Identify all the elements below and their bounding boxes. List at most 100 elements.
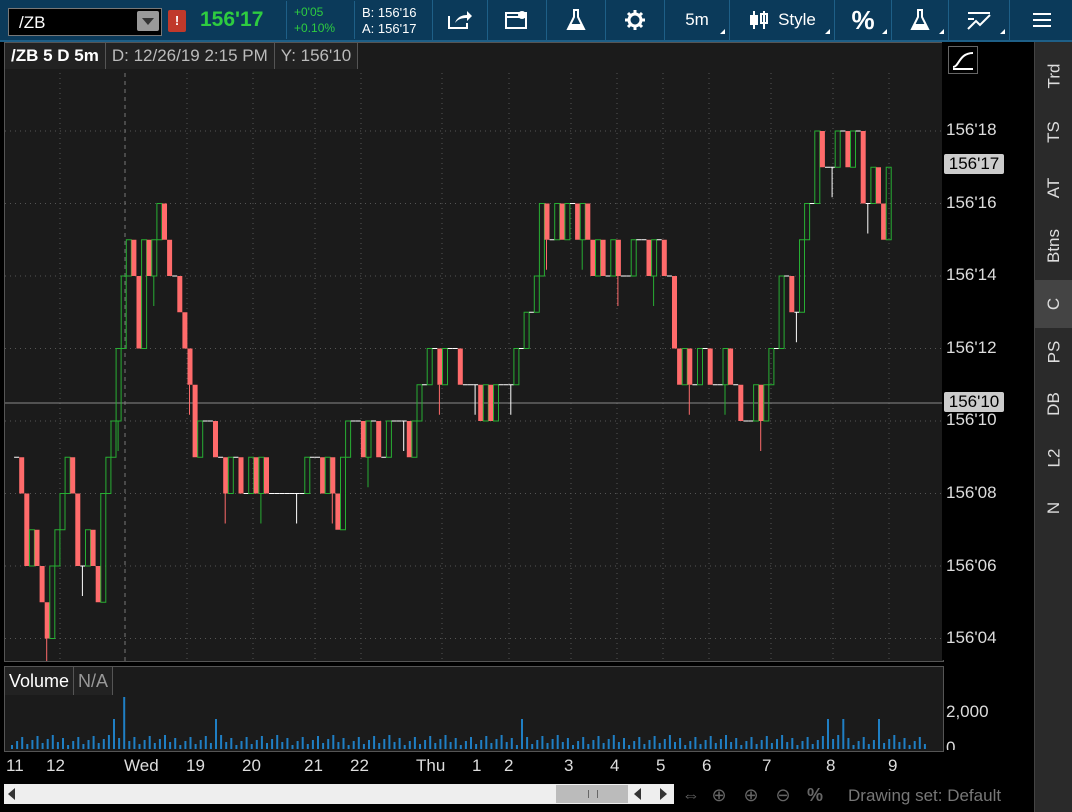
price-bar xyxy=(238,457,244,494)
volume-bar xyxy=(464,741,467,749)
price-bar xyxy=(223,457,229,494)
volume-chart-canvas[interactable] xyxy=(5,667,943,751)
sidebar-item-ts[interactable]: TS xyxy=(1035,108,1072,156)
volume-bar xyxy=(179,745,182,749)
share-button[interactable] xyxy=(432,0,487,40)
volume-bar xyxy=(46,739,49,749)
price-chart-canvas[interactable] xyxy=(5,43,943,669)
price-axis[interactable]: 156'18 156'16 156'14 156'12 156'10 156'08 156'… xyxy=(942,42,1032,660)
price-chart[interactable] xyxy=(4,42,944,669)
volume-bar xyxy=(398,738,401,749)
scroll-back-icon[interactable] xyxy=(634,788,641,800)
symbol-selector[interactable]: /ZB xyxy=(8,8,162,36)
scroll-thumb[interactable] xyxy=(556,785,628,803)
price-bar xyxy=(575,203,581,240)
volume-bar xyxy=(643,744,646,749)
price-bar xyxy=(167,239,173,276)
flask-menu-button[interactable] xyxy=(891,0,948,40)
price-bar xyxy=(707,348,713,385)
price-bar xyxy=(533,275,540,313)
volume-bar xyxy=(490,743,493,749)
time-axis[interactable]: 11 12 Wed 19 20 21 22 Thu 1 2 3 4 5 6 7 8 9 xyxy=(0,752,942,780)
price-bar xyxy=(442,348,448,386)
chevron-down-icon[interactable] xyxy=(137,11,159,31)
drawing-set-label[interactable]: Drawing set: Default xyxy=(848,786,1001,806)
price-bar xyxy=(437,348,443,385)
volume-bar xyxy=(429,736,432,749)
timeframe-button[interactable]: 5m xyxy=(664,0,729,40)
volume-bar xyxy=(837,735,840,749)
divider xyxy=(286,1,287,39)
price-bar xyxy=(814,130,821,204)
volume-bar xyxy=(888,739,891,749)
volume-bar xyxy=(485,736,488,749)
studies-button[interactable] xyxy=(546,0,605,40)
time-label: 11 xyxy=(6,756,24,775)
alert-badge[interactable]: ! xyxy=(168,10,186,32)
volume-bar xyxy=(913,741,916,749)
zoom-out-icon[interactable]: ⊖ xyxy=(772,784,794,806)
volume-bar xyxy=(16,741,19,749)
volume-bar xyxy=(658,743,661,749)
volume-bar xyxy=(602,743,605,749)
sidebar-item-n[interactable]: N xyxy=(1035,484,1072,532)
auto-scale-icon[interactable] xyxy=(948,46,978,74)
price-bar xyxy=(595,239,601,277)
sidebar-item-db[interactable]: DB xyxy=(1035,380,1072,428)
price-bar xyxy=(115,348,122,422)
volume-bar xyxy=(87,740,90,749)
volume-bar xyxy=(388,735,391,749)
scroll-right-icon[interactable] xyxy=(660,788,667,800)
price-bar xyxy=(227,456,234,494)
sidebar-item-trd[interactable]: Trd xyxy=(1035,52,1072,100)
sidebar-item-c[interactable]: C xyxy=(1035,280,1072,328)
volume-bar xyxy=(796,745,799,749)
volume-bar xyxy=(424,740,427,749)
volume-bar xyxy=(164,735,166,749)
price-bar xyxy=(590,239,596,276)
settings-button[interactable] xyxy=(605,0,664,40)
sidebar-item-label: DB xyxy=(1044,392,1063,416)
zoom-in-icon[interactable]: ⊕ xyxy=(740,784,762,806)
price-bar xyxy=(110,420,117,458)
volume-bar xyxy=(531,744,534,749)
price-bar xyxy=(151,239,158,277)
price-bar xyxy=(156,203,163,241)
volume-chart[interactable] xyxy=(4,666,944,752)
volume-bar xyxy=(561,742,564,749)
price-bar xyxy=(615,239,621,276)
drawings-button[interactable] xyxy=(948,0,1009,40)
sidebar-item-ps[interactable]: PS xyxy=(1035,328,1072,376)
time-label: 19 xyxy=(186,756,205,775)
gear-icon xyxy=(625,10,645,30)
sidebar-item-l2[interactable]: L2 xyxy=(1035,434,1072,482)
pan-icon[interactable]: ⇔ xyxy=(680,784,702,806)
sidebar-item-btns[interactable]: Btns xyxy=(1035,222,1072,270)
volume-bar xyxy=(786,742,789,749)
symbol-text: /ZB xyxy=(19,13,46,32)
crosshair-icon[interactable]: ⊕ xyxy=(708,784,730,806)
menu-button[interactable] xyxy=(1009,0,1072,40)
sidebar-item-at[interactable]: AT xyxy=(1035,164,1072,212)
price-bar xyxy=(523,311,530,349)
volume-bar xyxy=(36,736,39,749)
snapshot-button[interactable] xyxy=(487,0,546,40)
volume-bar xyxy=(31,740,34,749)
percent-button[interactable]: % xyxy=(834,0,891,40)
volume-bar xyxy=(215,719,217,749)
sidebar-item-label: L2 xyxy=(1043,448,1063,468)
volume-bar xyxy=(21,737,24,749)
price-bar xyxy=(457,348,463,385)
scroll-left-icon[interactable] xyxy=(8,788,15,800)
percent-icon[interactable]: % xyxy=(804,784,826,806)
price-bar xyxy=(559,203,565,240)
price-bar xyxy=(738,384,744,421)
volume-scale-max: 2,000 xyxy=(946,702,989,721)
volume-bar xyxy=(566,738,569,749)
volume-bar xyxy=(235,745,238,749)
time-label: 22 xyxy=(350,756,369,775)
volume-bar xyxy=(674,742,676,749)
style-button[interactable]: Style xyxy=(729,0,834,40)
volume-bar xyxy=(327,739,330,749)
volume-bar xyxy=(872,740,875,749)
